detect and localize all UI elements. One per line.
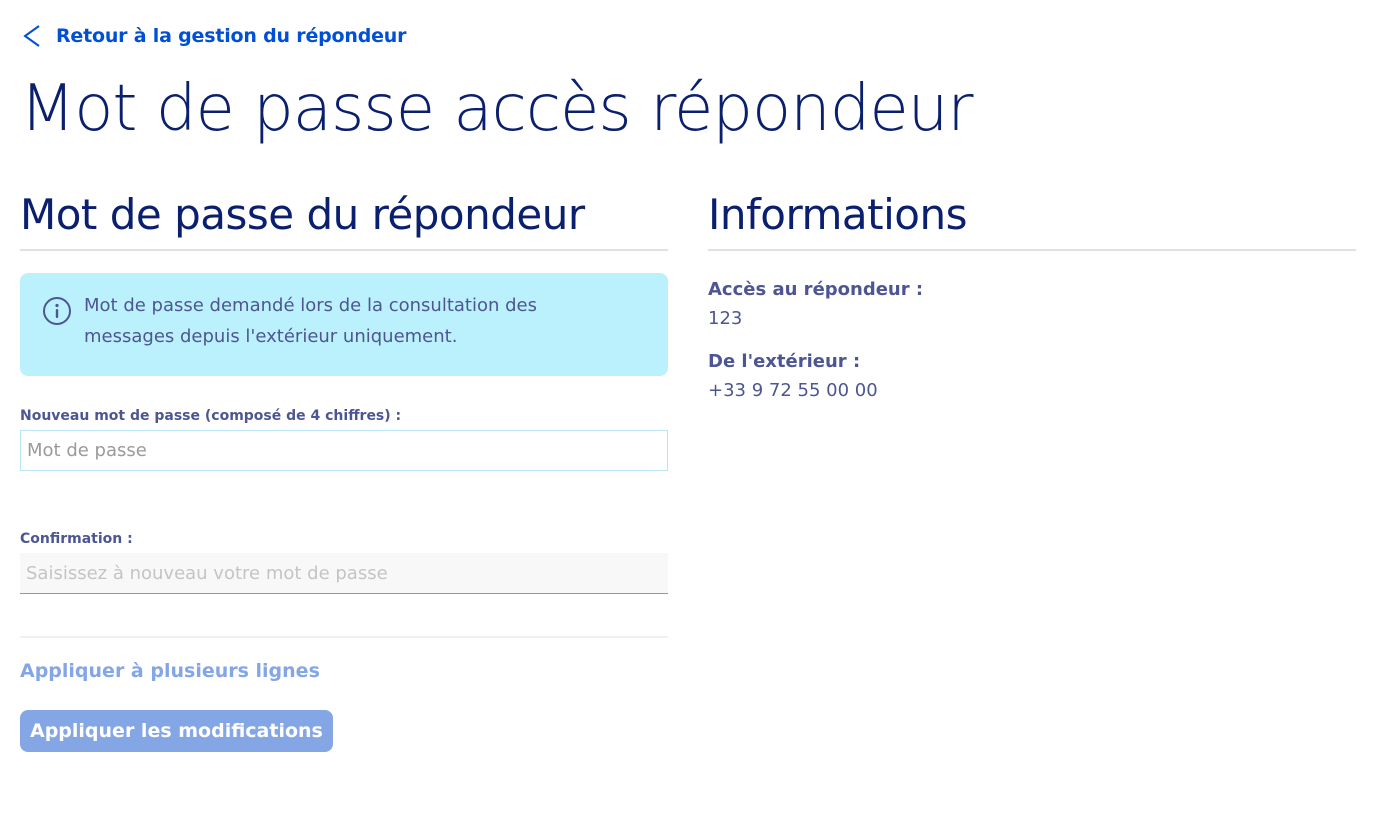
- password-section-title: Mot de passe du répondeur: [20, 190, 668, 251]
- info-circle-icon: [42, 296, 72, 326]
- chevron-left-icon: [20, 24, 44, 48]
- info-banner: Mot de passe demandé lors de la consulta…: [20, 273, 668, 376]
- confirmation-input[interactable]: [20, 553, 668, 594]
- confirmation-field: Confirmation :: [20, 531, 668, 594]
- new-password-field: Nouveau mot de passe (composé de 4 chiff…: [20, 408, 668, 471]
- apply-changes-button[interactable]: Appliquer les modifications: [20, 710, 333, 752]
- info-section: Informations Accès au répondeur : 123 De…: [708, 190, 1356, 421]
- new-password-input[interactable]: [20, 430, 668, 471]
- back-link[interactable]: Retour à la gestion du répondeur: [20, 24, 406, 48]
- page: Retour à la gestion du répondeur Mot de …: [0, 0, 1381, 832]
- info-item-label: De l'extérieur :: [708, 351, 861, 372]
- info-item-label: Accès au répondeur :: [708, 279, 924, 300]
- info-item-answering-access: Accès au répondeur : 123: [708, 277, 1356, 335]
- apply-multiple-lines-link[interactable]: Appliquer à plusieurs lignes: [20, 660, 320, 682]
- back-link-label: Retour à la gestion du répondeur: [56, 25, 407, 47]
- confirmation-label: Confirmation :: [20, 531, 133, 547]
- divider: [20, 636, 668, 638]
- info-item-external-access: De l'extérieur : +33 9 72 55 00 00: [708, 349, 1356, 407]
- info-list: Accès au répondeur : 123 De l'extérieur …: [708, 277, 1356, 407]
- info-item-value: 123: [708, 308, 743, 329]
- info-banner-text: Mot de passe demandé lors de la consulta…: [84, 295, 538, 347]
- new-password-label: Nouveau mot de passe (composé de 4 chiff…: [20, 408, 402, 424]
- password-section: Mot de passe du répondeur Mot de passe d…: [20, 190, 668, 752]
- info-section-title: Informations: [708, 190, 1356, 251]
- page-title: Mot de passe accès répondeur: [20, 72, 974, 146]
- info-item-value: +33 9 72 55 00 00: [708, 380, 878, 401]
